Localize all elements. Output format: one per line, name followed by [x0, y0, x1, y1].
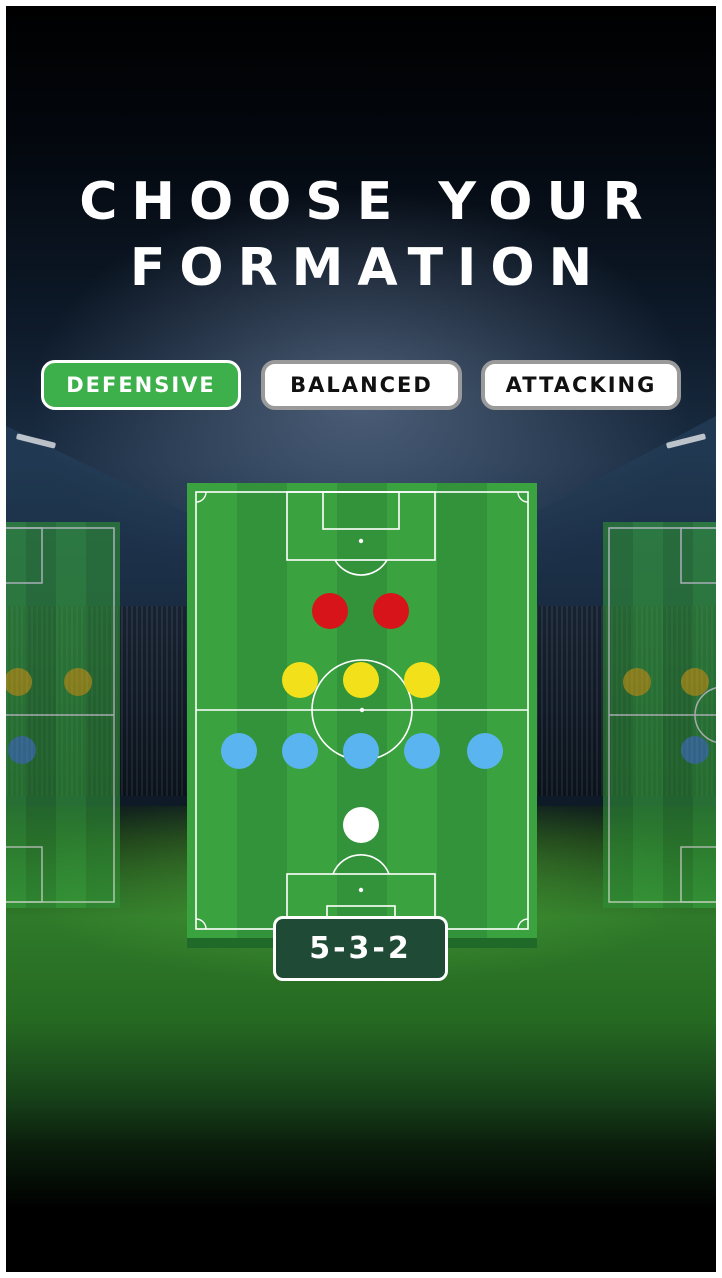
player-token-defender: [8, 736, 36, 764]
player-token-midfielder[interactable]: [343, 662, 379, 698]
player-token-midfielder: [681, 668, 709, 696]
tab-defensive[interactable]: DEFENSIVE: [41, 360, 241, 410]
pitch-turf: [187, 483, 537, 948]
pitch-preview-right[interactable]: [603, 522, 716, 908]
formation-screen: CHOOSE YOUR FORMATION DEFENSIVE BALANCED…: [6, 6, 716, 1272]
player-token-defender[interactable]: [467, 733, 503, 769]
player-token-midfielder[interactable]: [282, 662, 318, 698]
title-line-2: FORMATION: [129, 238, 607, 298]
app-frame: CHOOSE YOUR FORMATION DEFENSIVE BALANCED…: [0, 0, 722, 1278]
player-token-midfielder[interactable]: [404, 662, 440, 698]
pitch-preview-left[interactable]: [6, 522, 120, 908]
player-token-defender[interactable]: [282, 733, 318, 769]
player-token-midfielder: [623, 668, 651, 696]
player-token-defender[interactable]: [221, 733, 257, 769]
player-token-goalkeeper[interactable]: [343, 807, 379, 843]
tab-balanced[interactable]: BALANCED: [261, 360, 462, 410]
player-token-midfielder: [64, 668, 92, 696]
formation-style-tabs: DEFENSIVE BALANCED ATTACKING: [41, 360, 681, 410]
player-token-defender[interactable]: [404, 733, 440, 769]
player-token-forward[interactable]: [373, 593, 409, 629]
player-token-defender: [681, 736, 709, 764]
penalty-spot-bottom: [358, 887, 364, 893]
center-spot: [359, 707, 365, 713]
tab-attacking[interactable]: ATTACKING: [481, 360, 681, 410]
title-line-1: CHOOSE YOUR: [79, 172, 657, 232]
penalty-spot-top: [358, 538, 364, 544]
formation-pitch: [187, 483, 537, 948]
player-token-defender[interactable]: [343, 733, 379, 769]
player-token-forward[interactable]: [312, 593, 348, 629]
screen-title: CHOOSE YOUR FORMATION: [6, 169, 716, 301]
formation-label-badge: 5-3-2: [273, 916, 448, 981]
